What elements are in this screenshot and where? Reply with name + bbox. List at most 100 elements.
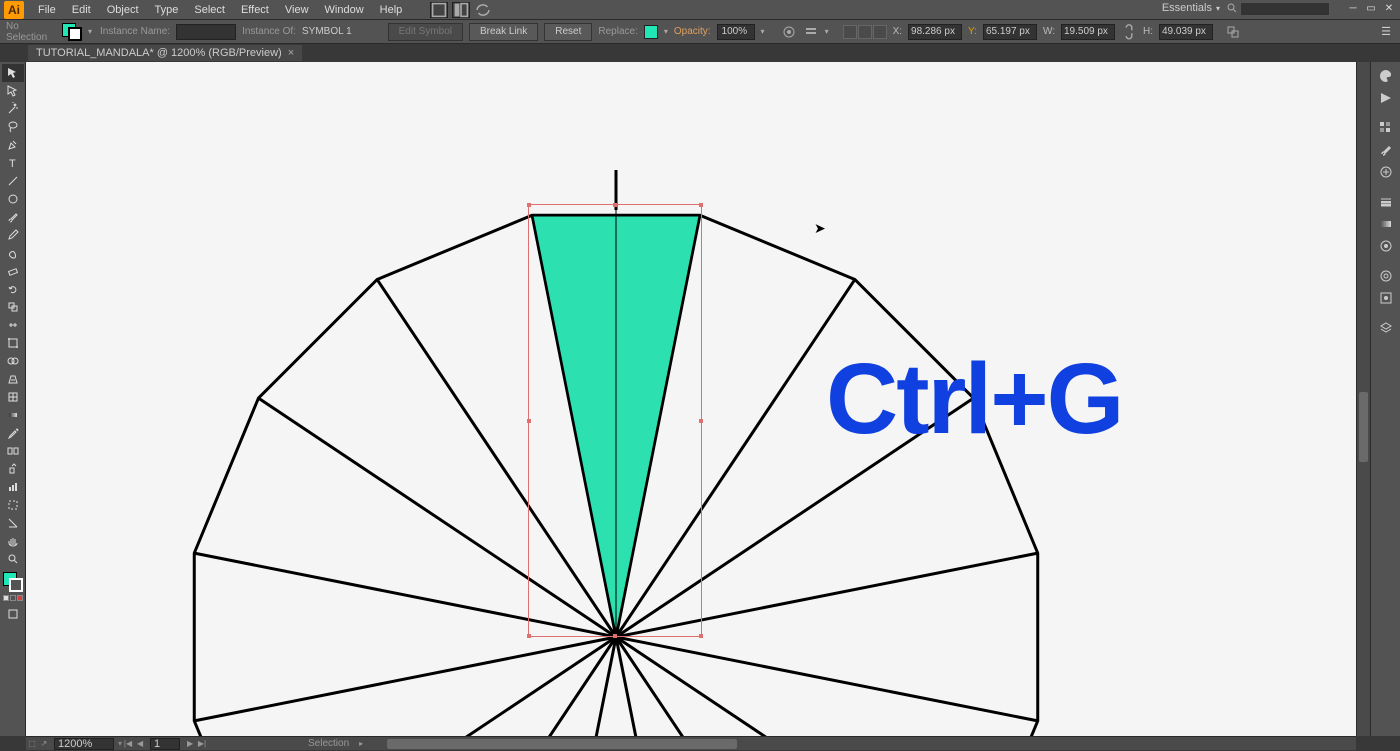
menu-select[interactable]: Select	[186, 0, 233, 20]
sync-icon[interactable]	[474, 2, 492, 18]
w-input[interactable]	[1061, 24, 1115, 40]
eraser-tool[interactable]	[2, 262, 24, 280]
vertical-scrollbar[interactable]	[1356, 62, 1370, 736]
menu-bar: Ai File Edit Object Type Select Effect V…	[0, 0, 1400, 20]
shape-builder-tool[interactable]	[2, 352, 24, 370]
width-tool[interactable]	[2, 316, 24, 334]
free-transform-tool[interactable]	[2, 334, 24, 352]
scroll-thumb[interactable]	[1359, 392, 1368, 462]
canvas[interactable]: Ctrl+G ➤	[26, 62, 1356, 736]
status-caret[interactable]: ▸	[355, 738, 367, 750]
paintbrush-tool[interactable]	[2, 208, 24, 226]
transform-reference[interactable]	[843, 25, 887, 39]
type-tool[interactable]: T	[2, 154, 24, 172]
status-bar: ⬚ ↗ 1200% ▾ |◀ ◀ 1 ▶ ▶| Selection ▸	[26, 736, 1356, 750]
pencil-tool[interactable]	[2, 226, 24, 244]
h-input[interactable]	[1159, 24, 1213, 40]
layers-panel-icon[interactable]	[1373, 318, 1399, 338]
reset-button[interactable]: Reset	[544, 23, 592, 41]
line-tool[interactable]	[2, 172, 24, 190]
color-guide-icon[interactable]	[1373, 88, 1399, 108]
zoom-tool[interactable]	[2, 550, 24, 568]
menu-type[interactable]: Type	[147, 0, 187, 20]
magic-wand-tool[interactable]	[2, 100, 24, 118]
blend-tool[interactable]	[2, 442, 24, 460]
appearance-panel-icon[interactable]	[1373, 266, 1399, 286]
menu-window[interactable]: Window	[317, 0, 372, 20]
hand-tool[interactable]	[2, 532, 24, 550]
artboard-number[interactable]: 1	[150, 738, 180, 750]
recolor-icon[interactable]	[781, 24, 797, 40]
edit-symbol-button[interactable]: Edit Symbol	[388, 23, 463, 41]
color-mode-row[interactable]	[3, 595, 23, 601]
minimize-button[interactable]: ─	[1344, 0, 1362, 16]
cursor-icon: ➤	[814, 220, 826, 237]
menu-view[interactable]: View	[277, 0, 317, 20]
brushes-panel-icon[interactable]	[1373, 140, 1399, 160]
workspace-label: Essentials	[1162, 2, 1212, 14]
link-wh-icon[interactable]	[1121, 24, 1137, 40]
layout-btn[interactable]	[430, 2, 448, 18]
gradient-panel-icon[interactable]	[1373, 214, 1399, 234]
symbol-sprayer-tool[interactable]	[2, 460, 24, 478]
menu-file[interactable]: File	[30, 0, 64, 20]
status-icon[interactable]: ⬚	[26, 738, 38, 750]
swatches-panel-icon[interactable]	[1373, 118, 1399, 138]
document-tab[interactable]: TUTORIAL_MANDALA* @ 1200% (RGB/Preview) …	[28, 45, 302, 61]
shape-tool[interactable]	[2, 190, 24, 208]
direct-selection-tool[interactable]	[2, 82, 24, 100]
transparency-panel-icon[interactable]	[1373, 236, 1399, 256]
menu-effect[interactable]: Effect	[233, 0, 277, 20]
workspace-switcher[interactable]: Essentials▾	[1162, 2, 1220, 14]
fill-stroke-swatch[interactable]	[62, 23, 82, 41]
instance-name-input[interactable]	[176, 24, 236, 40]
selection-tool[interactable]	[2, 64, 24, 82]
color-panel-icon[interactable]	[1373, 66, 1399, 86]
graphic-styles-icon[interactable]	[1373, 288, 1399, 308]
arrange-btn[interactable]	[452, 2, 470, 18]
prev-artboard[interactable]: ◀	[134, 738, 146, 750]
gradient-tool[interactable]	[2, 406, 24, 424]
document-tab-title: TUTORIAL_MANDALA* @ 1200% (RGB/Preview)	[36, 47, 282, 59]
perspective-tool[interactable]	[2, 370, 24, 388]
graph-tool[interactable]	[2, 478, 24, 496]
status-export-icon[interactable]: ↗	[38, 738, 50, 750]
horizontal-scrollbar[interactable]	[367, 737, 1356, 751]
tab-close-icon[interactable]: ×	[288, 47, 294, 59]
first-artboard[interactable]: |◀	[122, 738, 134, 750]
replace-swatch[interactable]	[644, 25, 658, 39]
pen-tool[interactable]	[2, 136, 24, 154]
instance-of-value: SYMBOL 1	[302, 26, 352, 37]
selection-state: No Selection	[6, 21, 56, 43]
search-input[interactable]	[1240, 2, 1330, 16]
artboard-tool[interactable]	[2, 496, 24, 514]
y-input[interactable]	[983, 24, 1037, 40]
symbols-panel-icon[interactable]	[1373, 162, 1399, 182]
fill-stroke-tool[interactable]	[3, 572, 23, 592]
next-artboard[interactable]: ▶	[184, 738, 196, 750]
mesh-tool[interactable]	[2, 388, 24, 406]
zoom-level[interactable]: 1200%	[54, 738, 114, 750]
maximize-button[interactable]: ▭	[1362, 0, 1380, 16]
lasso-tool[interactable]	[2, 118, 24, 136]
x-input[interactable]	[908, 24, 962, 40]
opacity-input[interactable]	[717, 24, 755, 40]
break-link-button[interactable]: Break Link	[469, 23, 538, 41]
scale-tool[interactable]	[2, 298, 24, 316]
menu-object[interactable]: Object	[99, 0, 147, 20]
rotate-tool[interactable]	[2, 280, 24, 298]
opacity-label: Opacity:	[674, 26, 711, 37]
blob-brush-tool[interactable]	[2, 244, 24, 262]
stroke-panel-icon[interactable]	[1373, 192, 1399, 212]
menu-help[interactable]: Help	[372, 0, 411, 20]
shape-mode-icon[interactable]	[1225, 24, 1241, 40]
menu-edit[interactable]: Edit	[64, 0, 99, 20]
close-button[interactable]: ✕	[1380, 0, 1398, 16]
scroll-thumb-h[interactable]	[387, 739, 737, 749]
control-menu-icon[interactable]: ☰	[1378, 24, 1394, 40]
align-icon[interactable]	[803, 24, 819, 40]
last-artboard[interactable]: ▶|	[196, 738, 208, 750]
slice-tool[interactable]	[2, 514, 24, 532]
eyedropper-tool[interactable]	[2, 424, 24, 442]
screen-mode-tool[interactable]	[2, 605, 24, 623]
